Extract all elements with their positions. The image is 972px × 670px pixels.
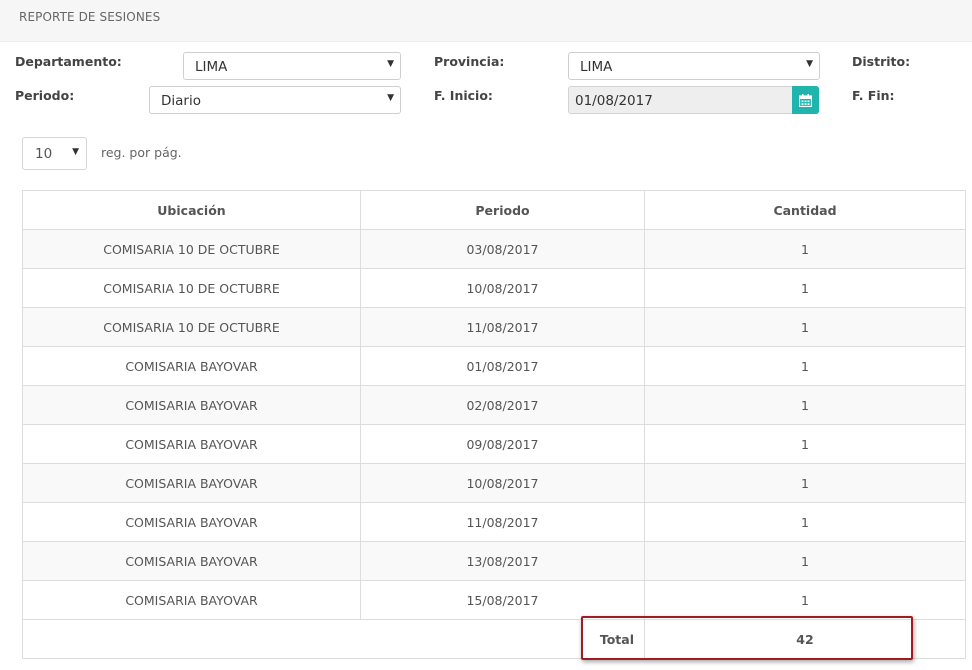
f-inicio-date-field[interactable]: 01/08/2017 (568, 86, 819, 114)
table-row: COMISARIA BAYOVAR 10/08/2017 1 (22, 463, 966, 503)
cell-ubicacion: COMISARIA BAYOVAR (22, 502, 361, 542)
departamento-value: LIMA (195, 59, 228, 75)
cell-cantidad: 1 (644, 385, 966, 425)
f-inicio-value: 01/08/2017 (575, 93, 653, 109)
table-row: COMISARIA 10 DE OCTUBRE 11/08/2017 1 (22, 307, 966, 347)
cell-ubicacion: COMISARIA BAYOVAR (22, 580, 361, 620)
table-row: COMISARIA 10 DE OCTUBRE 10/08/2017 1 (22, 268, 966, 308)
cell-ubicacion: COMISARIA BAYOVAR (22, 385, 361, 425)
f-inicio-label: F. Inicio: (434, 88, 493, 103)
chevron-down-icon: ▼ (387, 93, 394, 103)
cell-cantidad: 1 (644, 424, 966, 464)
cell-periodo: 11/08/2017 (360, 307, 645, 347)
table-row: COMISARIA 10 DE OCTUBRE 03/08/2017 1 (22, 229, 966, 269)
cell-periodo: 02/08/2017 (360, 385, 645, 425)
per-page-text: reg. por pág. (101, 145, 182, 160)
per-page-select[interactable]: 10 ▼ (22, 137, 87, 170)
cell-ubicacion: COMISARIA BAYOVAR (22, 424, 361, 464)
cell-periodo: 11/08/2017 (360, 502, 645, 542)
chevron-down-icon: ▼ (806, 59, 813, 69)
cell-ubicacion: COMISARIA 10 DE OCTUBRE (22, 268, 361, 308)
cell-cantidad: 1 (644, 268, 966, 308)
cell-cantidad: 1 (644, 580, 966, 620)
departamento-label: Departamento: (15, 54, 122, 69)
f-fin-label: F. Fin: (852, 88, 895, 103)
chevron-down-icon: ▼ (387, 59, 394, 69)
table-row: COMISARIA BAYOVAR 13/08/2017 1 (22, 541, 966, 581)
cell-cantidad: 1 (644, 307, 966, 347)
cell-ubicacion: COMISARIA BAYOVAR (22, 463, 361, 503)
departamento-select[interactable]: LIMA ▼ (183, 52, 401, 80)
cell-cantidad: 1 (644, 541, 966, 581)
cell-periodo: 10/08/2017 (360, 463, 645, 503)
provincia-value: LIMA (580, 59, 613, 75)
table-row: COMISARIA BAYOVAR 09/08/2017 1 (22, 424, 966, 464)
cell-ubicacion: COMISARIA 10 DE OCTUBRE (22, 229, 361, 269)
page-header: REPORTE DE SESIONES (0, 0, 972, 42)
cell-ubicacion: COMISARIA BAYOVAR (22, 346, 361, 386)
table-header-row: Ubicación Periodo Cantidad (22, 190, 966, 230)
cell-cantidad: 1 (644, 463, 966, 503)
cell-periodo: 15/08/2017 (360, 580, 645, 620)
distrito-label: Distrito: (852, 54, 911, 69)
periodo-value: Diario (161, 93, 201, 109)
calendar-button[interactable] (792, 86, 819, 114)
cell-periodo: 09/08/2017 (360, 424, 645, 464)
cell-ubicacion: COMISARIA 10 DE OCTUBRE (22, 307, 361, 347)
table-row: COMISARIA BAYOVAR 01/08/2017 1 (22, 346, 966, 386)
chevron-down-icon: ▼ (72, 147, 79, 157)
cell-ubicacion: COMISARIA BAYOVAR (22, 541, 361, 581)
cell-cantidad: 1 (644, 229, 966, 269)
total-label: Total (360, 619, 645, 659)
cell-periodo: 13/08/2017 (360, 541, 645, 581)
cell-periodo: 01/08/2017 (360, 346, 645, 386)
calendar-icon (799, 93, 812, 107)
column-header-ubicacion[interactable]: Ubicación (22, 190, 361, 230)
table-row: COMISARIA BAYOVAR 15/08/2017 1 (22, 580, 966, 620)
provincia-label: Provincia: (434, 54, 505, 69)
periodo-select[interactable]: Diario ▼ (149, 86, 401, 114)
cell-periodo: 03/08/2017 (360, 229, 645, 269)
table-total-row: Total 42 (22, 619, 966, 659)
column-header-cantidad[interactable]: Cantidad (644, 190, 966, 230)
total-value: 42 (644, 619, 966, 659)
provincia-select[interactable]: LIMA ▼ (568, 52, 820, 80)
table-row: COMISARIA BAYOVAR 11/08/2017 1 (22, 502, 966, 542)
cell-periodo: 10/08/2017 (360, 268, 645, 308)
cell-cantidad: 1 (644, 502, 966, 542)
column-header-periodo[interactable]: Periodo (360, 190, 645, 230)
page-title: REPORTE DE SESIONES (19, 10, 161, 24)
total-empty-cell (22, 619, 361, 659)
periodo-label: Periodo: (15, 88, 75, 103)
sessions-table: Ubicación Periodo Cantidad COMISARIA 10 … (22, 190, 966, 659)
table-row: COMISARIA BAYOVAR 02/08/2017 1 (22, 385, 966, 425)
cell-cantidad: 1 (644, 346, 966, 386)
per-page-value: 10 (35, 146, 53, 162)
